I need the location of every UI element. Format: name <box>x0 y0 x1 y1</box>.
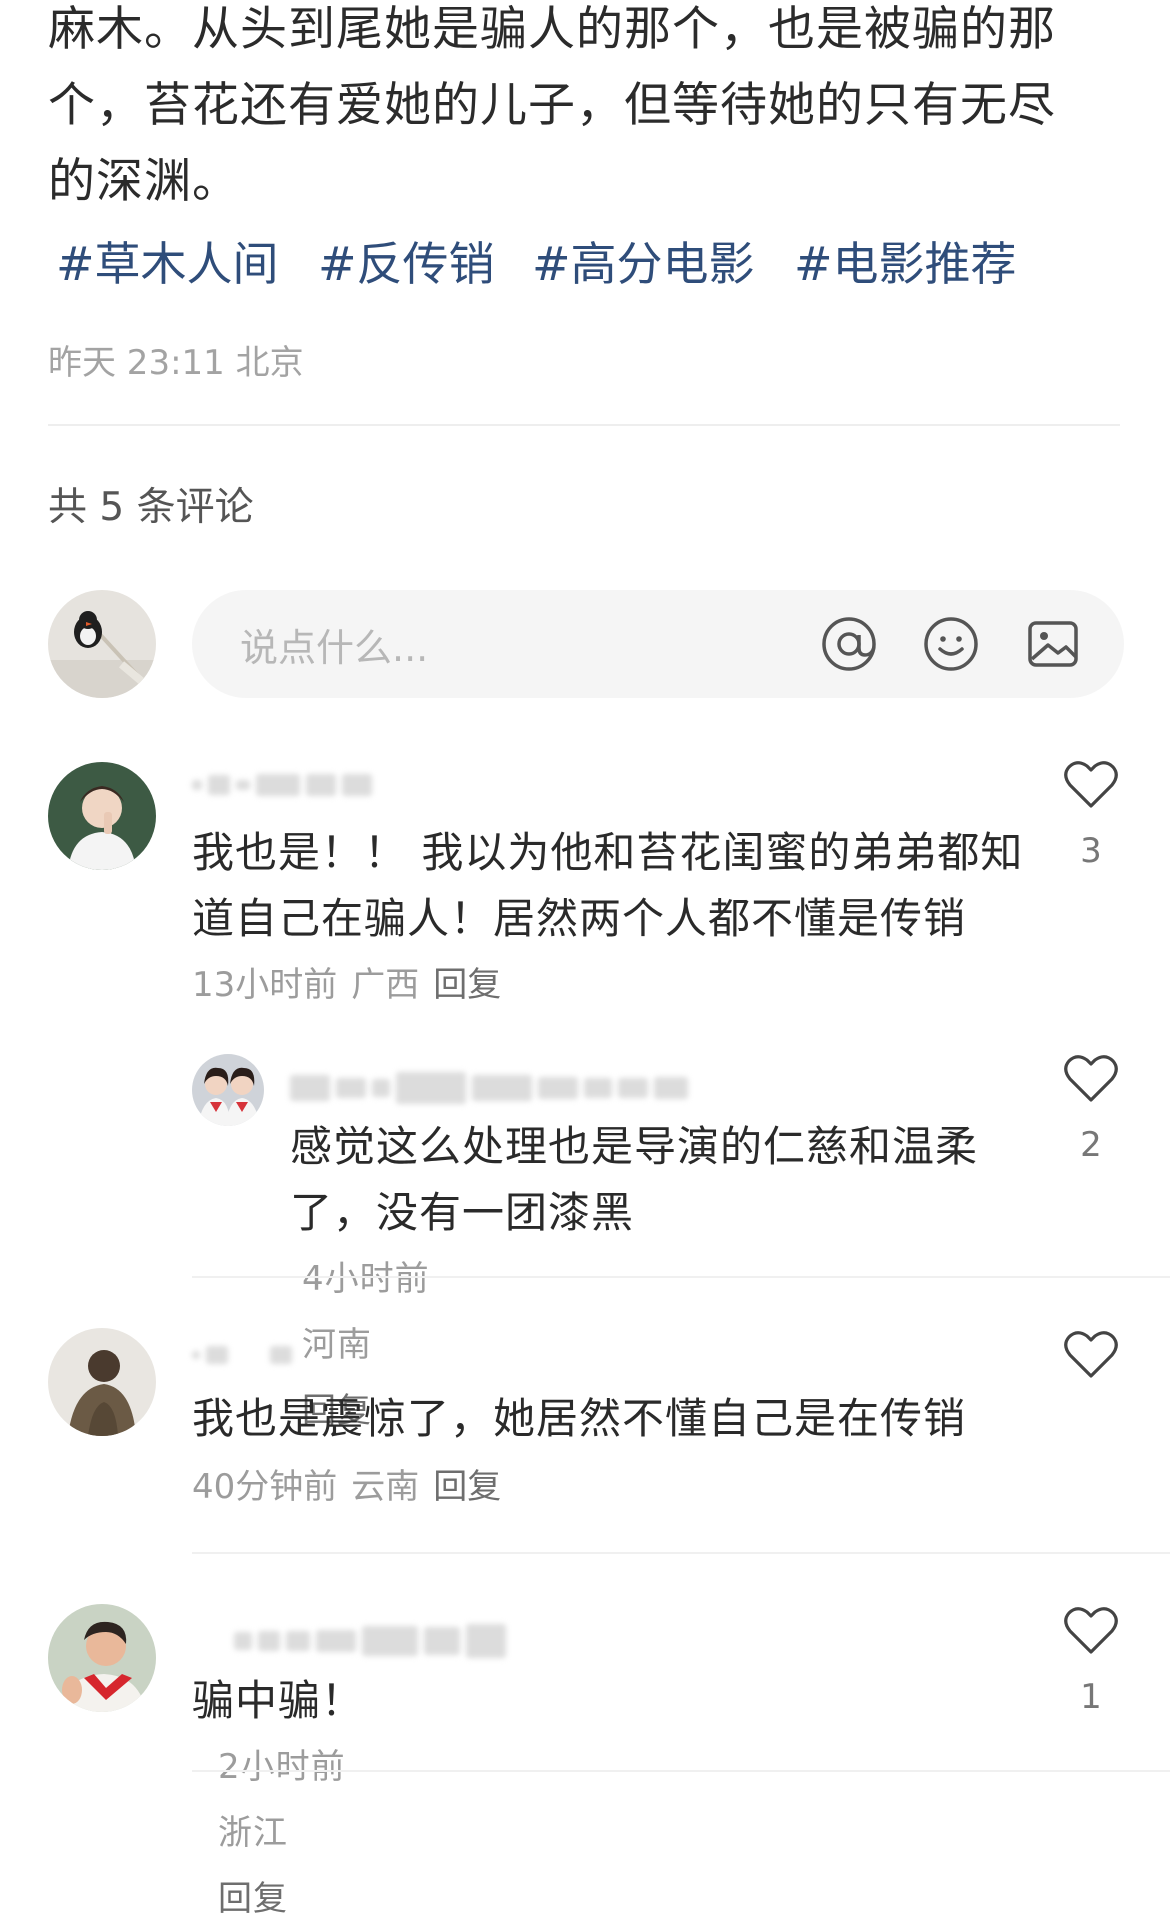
tag-link[interactable]: #反传销 <box>318 232 532 296</box>
comment-text-line: 骗中骗！ 2小时前 浙江 回复 <box>192 1668 364 1932</box>
comment-location: 浙江 <box>218 1813 288 1853</box>
comment-input[interactable]: 说点什么... <box>192 590 1124 698</box>
comment-text-line-1: 骗中骗！ <box>192 1676 365 1725</box>
at-icon[interactable] <box>818 613 880 675</box>
comment-text: 我也是！！ 我以为他和苔花闺蜜的弟弟都知 道自己在骗人！居然两个人都不懂是传销 <box>192 820 1023 952</box>
post-tags: #草木人间 #反传销 #高分电影 #电影推荐 <box>56 232 1017 296</box>
heart-icon <box>1064 1607 1118 1654</box>
tag-link[interactable]: #电影推荐 <box>794 232 1017 296</box>
like-button[interactable] <box>1056 760 1126 814</box>
avatar[interactable] <box>48 762 156 870</box>
like-button[interactable] <box>1056 1330 1126 1384</box>
my-avatar[interactable] <box>48 590 156 698</box>
comment-meta: 13小时前 广西 回复 <box>192 962 501 1008</box>
comment-input-placeholder: 说点什么... <box>240 625 429 670</box>
post-body: 麻木。从头到尾她是骗人的那个，也是被骗的那 个，苔花还有爱她的儿子，但等待她的只… <box>48 0 1108 220</box>
divider <box>48 424 1120 426</box>
reply-button[interactable]: 回复 <box>218 1866 364 1932</box>
like-count: 3 <box>1080 831 1102 871</box>
post-text-line: 麻木。从头到尾她是骗人的那个，也是被骗的那 <box>48 2 1056 57</box>
comment-time: 40分钟前 <box>192 1467 338 1507</box>
comment-text-line: 我也是！！ 我以为他和苔花闺蜜的弟弟都知 <box>192 828 1024 877</box>
post-meta: 昨天 23:11 北京 <box>48 343 304 383</box>
reply-time: 4小时前 <box>302 1259 430 1299</box>
like-button[interactable] <box>1056 1606 1126 1660</box>
reply-text-line: 感觉这么处理也是导演的仁慈和温柔 <box>290 1122 979 1171</box>
divider <box>192 1770 1170 1772</box>
avatar[interactable] <box>48 1604 156 1712</box>
avatar[interactable] <box>48 1328 156 1436</box>
comment-time: 2小时前 <box>218 1747 346 1787</box>
heart-icon <box>1064 1055 1118 1102</box>
like-count: 1 <box>1080 1677 1102 1717</box>
comment-count: 共 5 条评论 <box>48 485 254 530</box>
tag-link[interactable]: #高分电影 <box>532 232 794 296</box>
comment-meta: 40分钟前 云南 回复 <box>192 1464 501 1510</box>
heart-icon <box>1064 1331 1118 1378</box>
tag-link[interactable]: #草木人间 <box>56 232 318 296</box>
username-blurred[interactable] <box>234 1624 506 1658</box>
username-blurred[interactable] <box>290 1072 688 1104</box>
comment-location: 广西 <box>351 965 420 1005</box>
emoji-icon[interactable] <box>920 613 982 675</box>
reply-button[interactable]: 回复 <box>433 1467 501 1507</box>
divider <box>192 1276 1170 1278</box>
reply-button[interactable]: 回复 <box>433 965 501 1005</box>
comment-meta: 2小时前 浙江 回复 <box>218 1734 364 1932</box>
heart-icon <box>1064 761 1118 808</box>
reply-text-line-2: 了，没有一团漆黑 <box>290 1188 635 1237</box>
comment-text: 我也是震惊了，她居然不懂自己是在传销 <box>192 1386 966 1452</box>
like-count: 2 <box>1080 1125 1102 1165</box>
image-icon[interactable] <box>1022 613 1084 675</box>
comment-time: 13小时前 <box>192 965 338 1005</box>
comment-location: 云南 <box>351 1467 420 1507</box>
comment-text-line: 道自己在骗人！居然两个人都不懂是传销 <box>192 894 967 943</box>
post-text-line: 的深渊。 <box>48 154 240 209</box>
avatar[interactable] <box>192 1054 264 1126</box>
post-text-line: 个，苔花还有爱她的儿子，但等待她的只有无尽 <box>48 78 1056 133</box>
reply-location: 河南 <box>302 1325 372 1365</box>
divider <box>192 1552 1170 1554</box>
like-button[interactable] <box>1056 1054 1126 1108</box>
comment-text: 骗中骗！ 2小时前 浙江 回复 <box>192 1668 364 1932</box>
username-blurred[interactable] <box>192 1346 292 1364</box>
comment-text-line: 我也是震惊了，她居然不懂自己是在传销 <box>192 1394 967 1443</box>
username-blurred[interactable] <box>192 774 372 796</box>
